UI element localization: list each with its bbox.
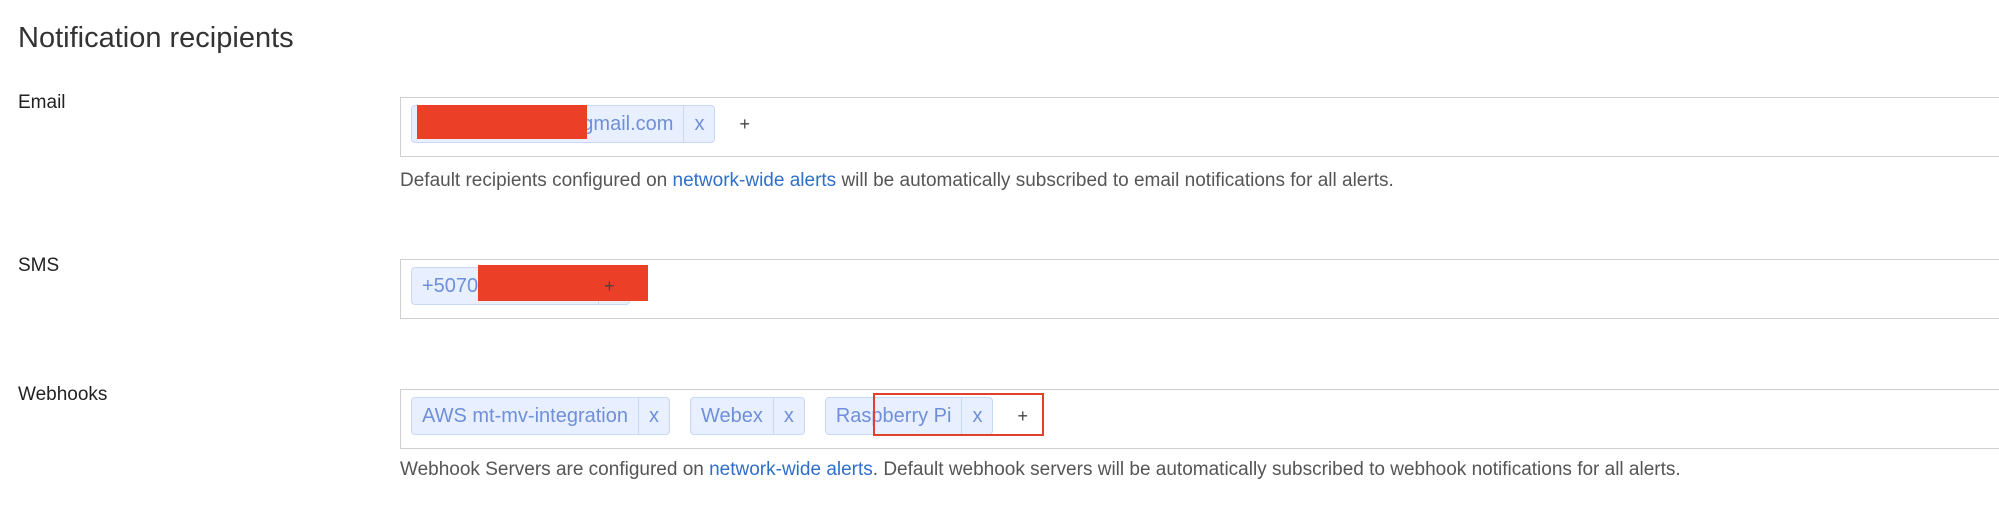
remove-chip-button[interactable]: x (772, 398, 804, 434)
email-recipients-input[interactable]: @gmail.com x + (400, 97, 1999, 157)
add-email-button[interactable]: + (739, 114, 750, 135)
chip-text: Webex (700, 404, 763, 427)
help-text: Webhook Servers are configured on (400, 459, 710, 480)
webhooks-label: Webhooks (18, 384, 108, 405)
webhook-chip-aws: AWS mt-mv-integration x (411, 397, 670, 435)
remove-chip-button[interactable]: x (683, 106, 714, 142)
network-wide-alerts-link[interactable]: network-wide alerts (673, 170, 837, 191)
chip-text: AWS mt-mv-integration (422, 404, 628, 427)
add-sms-button[interactable]: + (604, 276, 615, 297)
help-text: Default recipients configured on (400, 170, 673, 191)
redaction (417, 105, 587, 139)
help-text: . Default webhook servers will be automa… (872, 459, 1681, 480)
section-title: Notification recipients (18, 22, 294, 54)
webhooks-help-text: Webhook Servers are configured on networ… (400, 459, 1681, 481)
webhooks-input[interactable]: AWS mt-mv-integration x Webex x Raspberr… (400, 389, 1999, 449)
email-label: Email (18, 92, 66, 113)
remove-chip-button[interactable]: x (637, 398, 669, 434)
network-wide-alerts-link[interactable]: network-wide alerts (709, 459, 873, 480)
sms-label: SMS (18, 255, 60, 276)
email-help-text: Default recipients configured on network… (400, 170, 1394, 192)
redaction (478, 265, 648, 301)
webhook-chip-webex: Webex x (689, 397, 805, 435)
help-text: will be automatically subscribed to emai… (836, 170, 1394, 191)
highlight-box (873, 393, 1044, 436)
